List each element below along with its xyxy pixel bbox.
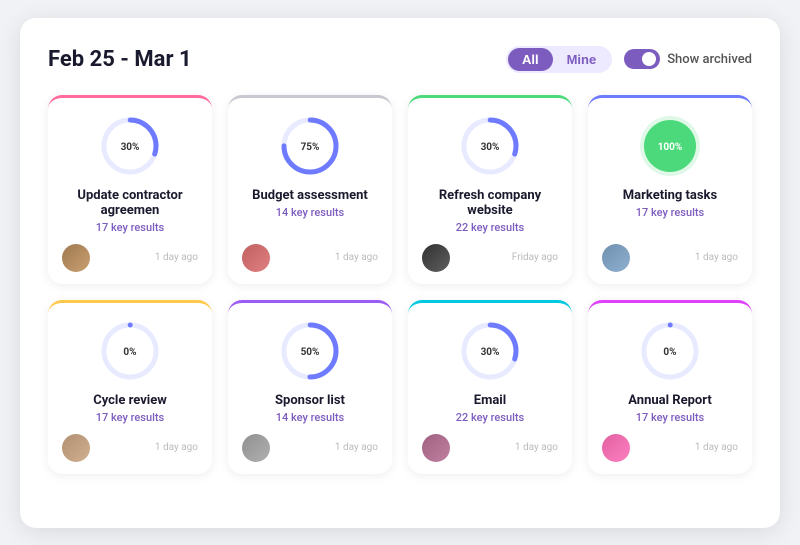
card-card-8[interactable]: 0% Annual Report 17 key results 1 day ag…: [588, 300, 752, 474]
card-chart: 30%: [458, 114, 522, 178]
card-footer: 1 day ago: [602, 434, 738, 462]
avatar: [242, 244, 270, 272]
filter-mine-button[interactable]: Mine: [553, 48, 611, 71]
card-title: Annual Report: [628, 393, 712, 408]
avatar: [62, 434, 90, 462]
card-title: Email: [474, 393, 506, 408]
avatar: [422, 244, 450, 272]
show-archived-toggle[interactable]: [624, 49, 660, 69]
svg-text:30%: 30%: [121, 142, 140, 153]
card-subtitle: 17 key results: [96, 411, 164, 424]
header: Feb 25 - Mar 1 All Mine Show archived: [48, 46, 752, 73]
card-card-4[interactable]: 100% Marketing tasks 17 key results 1 da…: [588, 95, 752, 284]
card-card-1[interactable]: 30% Update contractor agreemen 17 key re…: [48, 95, 212, 284]
card-title: Update contractor agreemen: [62, 188, 198, 218]
avatar: [602, 244, 630, 272]
card-chart: 30%: [98, 114, 162, 178]
toggle-container: Show archived: [624, 49, 752, 69]
card-subtitle: 17 key results: [636, 206, 704, 219]
card-chart: 50%: [278, 319, 342, 383]
svg-text:75%: 75%: [301, 142, 320, 153]
svg-text:30%: 30%: [481, 142, 500, 153]
card-time: 1 day ago: [335, 252, 378, 263]
card-time: Friday ago: [512, 252, 558, 263]
card-title: Budget assessment: [252, 188, 368, 203]
card-card-5[interactable]: 0% Cycle review 17 key results 1 day ago: [48, 300, 212, 474]
card-footer: 1 day ago: [62, 244, 198, 272]
card-card-6[interactable]: 50% Sponsor list 14 key results 1 day ag…: [228, 300, 392, 474]
card-footer: 1 day ago: [602, 244, 738, 272]
card-chart: 30%: [458, 319, 522, 383]
cards-grid: 30% Update contractor agreemen 17 key re…: [48, 95, 752, 474]
card-subtitle: 22 key results: [456, 221, 524, 234]
card-title: Refresh company website: [422, 188, 558, 218]
card-footer: 1 day ago: [242, 434, 378, 462]
card-subtitle: 17 key results: [96, 221, 164, 234]
app-container: Feb 25 - Mar 1 All Mine Show archived 30…: [20, 18, 780, 528]
card-card-3[interactable]: 30% Refresh company website 22 key resul…: [408, 95, 572, 284]
card-chart: 75%: [278, 114, 342, 178]
svg-text:100%: 100%: [658, 142, 683, 153]
card-time: 1 day ago: [155, 442, 198, 453]
avatar: [602, 434, 630, 462]
avatar: [422, 434, 450, 462]
card-subtitle: 14 key results: [276, 411, 344, 424]
card-subtitle: 17 key results: [636, 411, 704, 424]
card-title: Sponsor list: [275, 393, 345, 408]
card-footer: 1 day ago: [62, 434, 198, 462]
card-subtitle: 14 key results: [276, 206, 344, 219]
card-time: 1 day ago: [695, 442, 738, 453]
toggle-label: Show archived: [667, 52, 752, 67]
page-title: Feb 25 - Mar 1: [48, 47, 192, 72]
card-footer: 1 day ago: [422, 434, 558, 462]
header-controls: All Mine Show archived: [506, 46, 752, 73]
avatar: [62, 244, 90, 272]
card-chart: 0%: [638, 319, 702, 383]
card-time: 1 day ago: [335, 442, 378, 453]
svg-text:0%: 0%: [663, 347, 676, 358]
card-chart: 100%: [638, 114, 702, 178]
filter-all-button[interactable]: All: [508, 48, 553, 71]
card-time: 1 day ago: [515, 442, 558, 453]
svg-text:30%: 30%: [481, 347, 500, 358]
avatar: [242, 434, 270, 462]
card-footer: 1 day ago: [242, 244, 378, 272]
card-card-2[interactable]: 75% Budget assessment 14 key results 1 d…: [228, 95, 392, 284]
card-title: Marketing tasks: [623, 188, 717, 203]
card-subtitle: 22 key results: [456, 411, 524, 424]
card-card-7[interactable]: 30% Email 22 key results 1 day ago: [408, 300, 572, 474]
svg-text:0%: 0%: [123, 347, 136, 358]
card-footer: Friday ago: [422, 244, 558, 272]
card-time: 1 day ago: [695, 252, 738, 263]
card-title: Cycle review: [93, 393, 167, 408]
svg-text:50%: 50%: [301, 347, 320, 358]
card-time: 1 day ago: [155, 252, 198, 263]
filter-group: All Mine: [506, 46, 612, 73]
card-chart: 0%: [98, 319, 162, 383]
